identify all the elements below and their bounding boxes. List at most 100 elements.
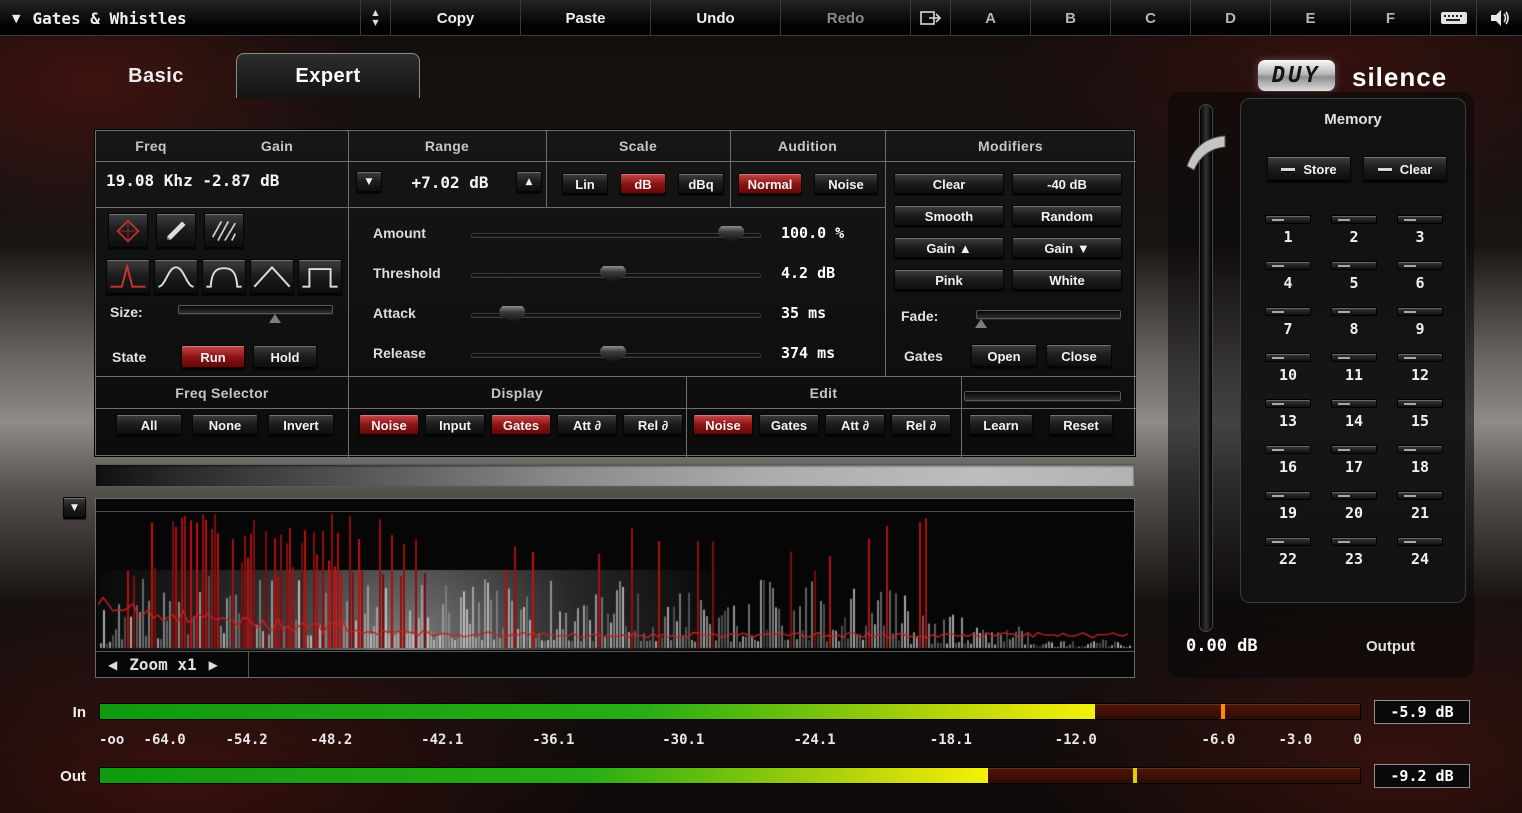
flat-top-curve-button[interactable] (298, 259, 342, 295)
zoom-out-button[interactable]: ◀ (108, 658, 117, 672)
memory-slot-button-10[interactable] (1265, 353, 1311, 362)
memory-slot-button-14[interactable] (1331, 399, 1377, 408)
spinner-down-icon[interactable]: ▼ (372, 19, 378, 27)
topbar-copy-button[interactable]: Copy (390, 0, 520, 36)
modifier-40-db-button[interactable]: -40 dB (1012, 173, 1122, 195)
bell-curve-button[interactable] (154, 259, 198, 295)
freq-selector-invert-button[interactable]: Invert (268, 414, 334, 436)
memory-slot-button-22[interactable] (1265, 537, 1311, 546)
snapshot-slot-c[interactable]: C (1110, 0, 1190, 36)
memory-slot-button-1[interactable] (1265, 215, 1311, 224)
memory-slot-button-19[interactable] (1265, 491, 1311, 500)
range-up-button[interactable]: ▲ (516, 171, 542, 193)
zoom-in-button[interactable]: ▶ (209, 658, 218, 672)
memory-slot-button-16[interactable] (1265, 445, 1311, 454)
audition-option-normal[interactable]: Normal (738, 173, 802, 195)
spectrum-display[interactable] (98, 512, 1132, 650)
gates-open-button[interactable]: Open (971, 344, 1037, 368)
display-collapse-button[interactable]: ▼ (63, 497, 86, 519)
slider-track-attack[interactable] (471, 313, 761, 318)
memory-slot-button-4[interactable] (1265, 261, 1311, 270)
scale-option-db[interactable]: dB (620, 173, 666, 195)
snapshot-slot-a[interactable]: A (950, 0, 1030, 36)
edit-button-noise[interactable]: Noise (693, 414, 753, 436)
memory-slot-button-24[interactable] (1397, 537, 1443, 546)
state-run-button[interactable]: Run (181, 345, 245, 369)
slider-track-threshold[interactable] (471, 273, 761, 278)
slider-thumb-release[interactable] (600, 346, 626, 363)
edit-button-att[interactable]: Att ∂ (825, 414, 885, 436)
topbar-paste-button[interactable]: Paste (520, 0, 650, 36)
display-button-rel[interactable]: Rel ∂ (623, 414, 683, 436)
crosshair-tool-button[interactable] (108, 213, 148, 249)
display-button-att[interactable]: Att ∂ (557, 414, 617, 436)
memory-slot-button-13[interactable] (1265, 399, 1311, 408)
scale-option-lin[interactable]: Lin (562, 173, 608, 195)
slider-track-amount[interactable] (471, 233, 761, 238)
dome-curve-button[interactable] (202, 259, 246, 295)
snapshot-slot-d[interactable]: D (1190, 0, 1270, 36)
edit-button-rel[interactable]: Rel ∂ (891, 414, 951, 436)
memory-slot-button-21[interactable] (1397, 491, 1443, 500)
memory-slot-button-6[interactable] (1397, 261, 1443, 270)
topbar-redo-button[interactable]: Redo (780, 0, 910, 36)
modifier-white-button[interactable]: White (1012, 269, 1122, 291)
display-button-noise[interactable]: Noise (359, 414, 419, 436)
size-slider[interactable] (178, 305, 333, 314)
memory-slot-button-15[interactable] (1397, 399, 1443, 408)
scale-option-dbq[interactable]: dBq (678, 173, 724, 195)
output-gain-slider[interactable] (1199, 104, 1213, 632)
memory-slot-button-17[interactable] (1331, 445, 1377, 454)
sharp-peak-curve-button[interactable] (106, 259, 150, 295)
memory-store-button[interactable]: Store (1267, 156, 1351, 182)
memory-slot-button-20[interactable] (1331, 491, 1377, 500)
audition-option-noise[interactable]: Noise (814, 173, 878, 195)
slider-thumb-threshold[interactable] (600, 266, 626, 283)
triangle-curve-button[interactable] (250, 259, 294, 295)
memory-slot-button-7[interactable] (1265, 307, 1311, 316)
freq-selector-all-button[interactable]: All (116, 414, 182, 436)
tab-expert[interactable]: Expert (236, 53, 420, 98)
memory-slot-button-3[interactable] (1397, 215, 1443, 224)
reset-button[interactable]: Reset (1049, 414, 1113, 436)
gain-curve-strip[interactable] (95, 464, 1135, 487)
memory-slot-button-5[interactable] (1331, 261, 1377, 270)
edit-button-gates[interactable]: Gates (759, 414, 819, 436)
modifier-smooth-button[interactable]: Smooth (894, 205, 1004, 227)
snapshot-slot-b[interactable]: B (1030, 0, 1110, 36)
pencil-tool-button[interactable] (156, 213, 196, 249)
modifier-gain-button[interactable]: Gain ▼ (1012, 237, 1122, 259)
display-button-input[interactable]: Input (425, 414, 485, 436)
modifier-gain-button[interactable]: Gain ▲ (894, 237, 1004, 259)
memory-slot-button-23[interactable] (1331, 537, 1377, 546)
keyboard-button[interactable] (1430, 0, 1476, 36)
preset-spinner[interactable]: ▲ ▼ (360, 0, 390, 36)
fade-slider[interactable] (976, 310, 1121, 319)
freq-selector-none-button[interactable]: None (192, 414, 258, 436)
preset-selector[interactable]: ▼ Gates & Whistles (0, 0, 360, 36)
slider-thumb-amount[interactable] (718, 226, 744, 243)
fade-slider-marker[interactable] (975, 319, 987, 328)
memory-slot-button-9[interactable] (1397, 307, 1443, 316)
slider-track-release[interactable] (471, 353, 761, 358)
display-button-gates[interactable]: Gates (491, 414, 551, 436)
memory-slot-button-2[interactable] (1331, 215, 1377, 224)
memory-slot-button-18[interactable] (1397, 445, 1443, 454)
output-gain-handle[interactable] (1184, 132, 1228, 177)
edit-amount-slider[interactable] (964, 391, 1121, 401)
learn-button[interactable]: Learn (969, 414, 1033, 436)
snapshot-slot-e[interactable]: E (1270, 0, 1350, 36)
spinner-up-icon[interactable]: ▲ (372, 9, 378, 17)
modifier-clear-button[interactable]: Clear (894, 173, 1004, 195)
topbar-undo-button[interactable]: Undo (650, 0, 780, 36)
memory-slot-button-11[interactable] (1331, 353, 1377, 362)
memory-clear-button[interactable]: Clear (1363, 156, 1447, 182)
gates-close-button[interactable]: Close (1046, 344, 1112, 368)
memory-slot-button-8[interactable] (1331, 307, 1377, 316)
state-hold-button[interactable]: Hold (253, 345, 317, 369)
memory-slot-button-12[interactable] (1397, 353, 1443, 362)
slider-thumb-attack[interactable] (499, 306, 525, 323)
modifier-pink-button[interactable]: Pink (894, 269, 1004, 291)
range-down-button[interactable]: ▼ (356, 171, 382, 193)
export-preset-button[interactable] (910, 0, 950, 36)
